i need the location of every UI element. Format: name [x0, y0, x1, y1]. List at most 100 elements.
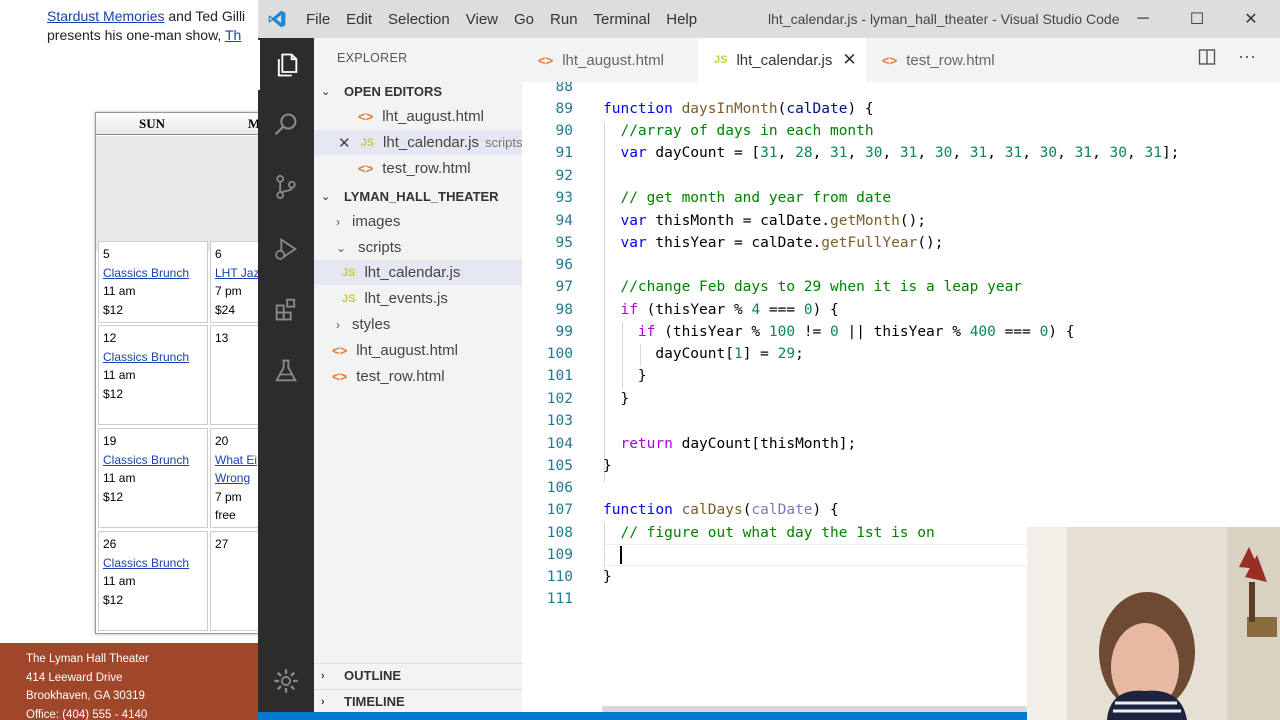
manage-activity-button[interactable] [258, 656, 314, 706]
event-link[interactable]: Classics Brunch [103, 556, 189, 570]
outline-section[interactable]: › OUTLINE [314, 663, 522, 687]
js-file-icon: JS [342, 292, 356, 305]
event-time: 11 am [103, 368, 136, 382]
flask-icon [275, 359, 297, 382]
js-file-icon: JS [342, 266, 356, 279]
calendar-cell: 13 [210, 325, 264, 425]
section-label: OPEN EDITORS [344, 83, 443, 99]
event-link[interactable]: What Ei [215, 453, 257, 467]
folder-label: images [352, 213, 401, 230]
calendar-cell: 20 What Ei Wrong 7 pm free [210, 428, 264, 528]
tab-lht-calendar[interactable]: JS lht_calendar.js ✕ [698, 38, 866, 82]
timeline-section[interactable]: › TIMELINE [314, 689, 522, 713]
tree-folder-scripts[interactable]: ⌄ scripts [314, 235, 522, 260]
day-header-sun: SUN [139, 116, 166, 131]
page-text-line-2: presents his one-man show, Th [47, 27, 241, 43]
line-number: 101 [546, 368, 573, 384]
vscode-logo-icon [268, 10, 286, 28]
code-line: function daysInMonth(calDate) { [603, 101, 874, 117]
line-number: 89 [555, 101, 573, 117]
day-number: 12 [103, 331, 117, 345]
menu-terminal[interactable]: Terminal [586, 11, 659, 28]
open-editors-section[interactable]: ⌄ OPEN EDITORS [314, 79, 522, 103]
code-line: dayCount[1] = 29; [603, 346, 804, 362]
split-editor-icon[interactable] [1198, 48, 1216, 66]
run-debug-icon [275, 237, 298, 261]
tab-label: lht_august.html [562, 51, 664, 69]
explorer-sidebar: EXPLORER ⌄ OPEN EDITORS <> lht_august.ht… [314, 38, 523, 720]
section-label: LYMAN_HALL_THEATER [344, 188, 499, 204]
screen: Stardust Memories and Ted Gilli presents… [0, 0, 1280, 720]
event-link[interactable]: Classics Brunch [103, 266, 189, 280]
section-label: OUTLINE [344, 668, 402, 683]
tree-folder-styles[interactable]: › styles [314, 312, 522, 337]
event-price: $12 [103, 302, 124, 317]
open-editor-item-active[interactable]: ✕ JS lht_calendar.js scripts [314, 130, 523, 155]
project-section[interactable]: ⌄ LYMAN_HALL_THEATER [314, 184, 522, 208]
day-number: 19 [103, 434, 117, 448]
tree-file-lht-events[interactable]: JS lht_events.js [314, 286, 522, 311]
extensions-activity-button[interactable] [258, 284, 314, 334]
calendar-cell: 5 Classics Brunch 11 am $12 [98, 241, 208, 323]
source-control-activity-button[interactable] [258, 162, 314, 212]
menu-view[interactable]: View [458, 11, 506, 28]
open-editor-item[interactable]: <> lht_august.html [314, 104, 522, 129]
folder-hint: scripts [484, 135, 523, 150]
code-comment: //array of days in each month [603, 123, 874, 139]
html-file-icon: <> [538, 52, 554, 68]
html-file-icon: <> [882, 52, 898, 68]
search-activity-button[interactable] [258, 100, 314, 150]
event-link-continued[interactable]: Wrong [215, 471, 250, 485]
close-tab-icon[interactable]: ✕ [842, 50, 856, 70]
close-icon[interactable]: ✕ [338, 134, 351, 152]
tree-file-test-row[interactable]: <> test_row.html [314, 364, 522, 389]
page-footer: The Lyman Hall Theater 414 Leeward Drive… [0, 643, 270, 720]
calendar-cell: 19 Classics Brunch 11 am $12 [98, 428, 208, 528]
run-debug-activity-button[interactable] [258, 224, 314, 274]
file-label: lht_august.html [356, 342, 458, 359]
code-line: if (thisYear % 4 === 0) { [620, 302, 839, 318]
maximize-button[interactable]: ☐ [1174, 0, 1220, 38]
line-number: 91 [555, 145, 573, 161]
footer-line: The Lyman Hall Theater [26, 653, 149, 665]
line-number: 93 [555, 190, 573, 206]
file-label: lht_calendar.js [364, 264, 461, 281]
event-link[interactable]: Classics Brunch [103, 350, 189, 364]
show-link[interactable]: Th [225, 27, 241, 43]
calendar-empty-row [96, 136, 264, 251]
page-text: presents his one-man show, [47, 27, 225, 43]
menu-go[interactable]: Go [506, 11, 542, 28]
tree-folder-images[interactable]: › images [314, 209, 522, 234]
footer-line: Brookhaven, GA 30319 [26, 690, 145, 702]
code-line: var thisYear = calDate.getFullYear(); [620, 235, 944, 251]
stardust-memories-link[interactable]: Stardust Memories [47, 8, 164, 24]
code-comment: // get month and year from date [603, 190, 892, 206]
close-window-button[interactable]: ✕ [1228, 0, 1274, 38]
event-link[interactable]: Classics Brunch [103, 453, 189, 467]
menu-help[interactable]: Help [658, 11, 705, 28]
menu-file[interactable]: File [298, 11, 338, 28]
event-price: $12 [103, 592, 124, 607]
search-icon [274, 113, 297, 136]
explorer-activity-button[interactable] [258, 40, 314, 90]
menu-bar: File Edit Selection View Go Run Terminal… [298, 0, 705, 38]
file-label: test_row.html [356, 368, 445, 385]
code-line: } [603, 458, 612, 474]
open-editor-item[interactable]: <> test_row.html [314, 156, 522, 181]
window-title: lht_calendar.js - lyman_hall_theater - V… [768, 11, 1120, 27]
tab-test-row[interactable]: <> test_row.html [866, 38, 1026, 82]
tab-lht-august[interactable]: <> lht_august.html [522, 38, 698, 82]
text-cursor [620, 546, 622, 564]
testing-activity-button[interactable] [258, 346, 314, 396]
menu-selection[interactable]: Selection [380, 11, 458, 28]
minimize-button[interactable]: ─ [1120, 0, 1166, 38]
calendar-cell: 12 Classics Brunch 11 am $12 [98, 325, 208, 425]
tree-file-lht-august[interactable]: <> lht_august.html [314, 338, 522, 363]
presenter-video-image [1027, 527, 1280, 720]
tab-label: test_row.html [906, 51, 995, 69]
more-actions-icon[interactable]: ··· [1238, 46, 1256, 67]
tree-file-lht-calendar[interactable]: JS lht_calendar.js [314, 260, 522, 285]
code-line: var thisMonth = calDate.getMonth(); [620, 213, 927, 229]
menu-run[interactable]: Run [542, 11, 586, 28]
menu-edit[interactable]: Edit [338, 11, 380, 28]
